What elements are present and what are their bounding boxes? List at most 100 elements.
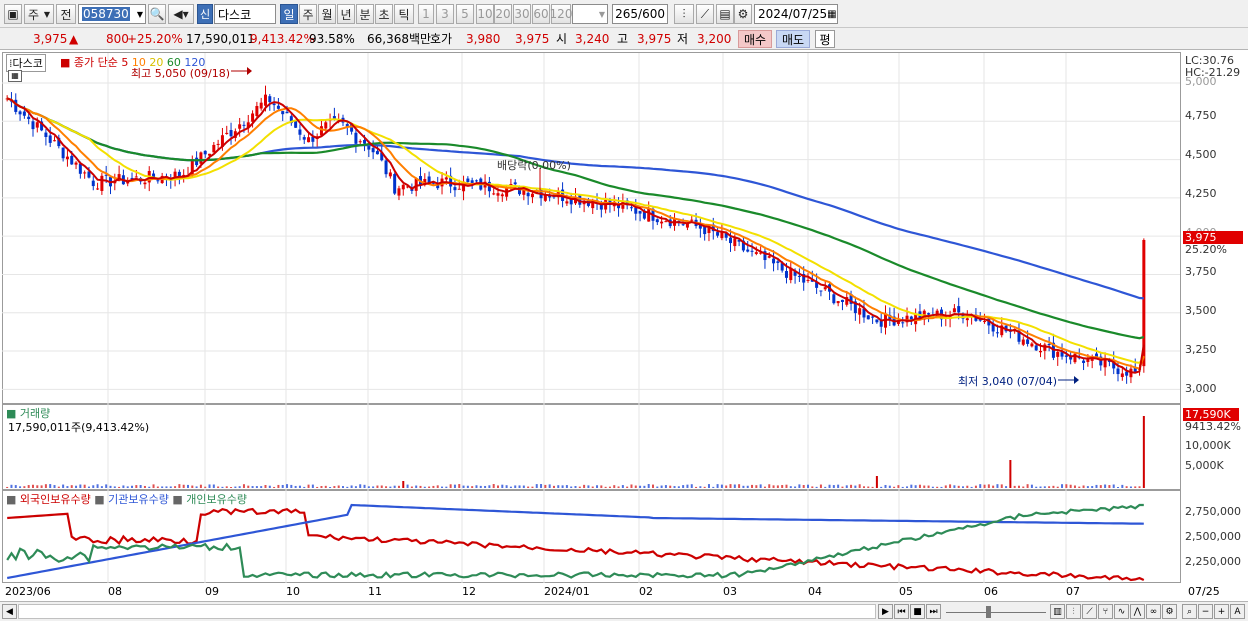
chart-area[interactable]: ⁞다스코 ■ 종가 단순 5 10 20 60 120 ▦ 최고 5,050 (… <box>0 50 1248 601</box>
candle-body <box>871 316 875 318</box>
link-icon[interactable]: ∞ <box>1146 604 1161 619</box>
volume-bar <box>303 486 306 488</box>
volume-bar <box>393 485 396 488</box>
candle-body <box>866 315 870 320</box>
period-type-dropdown[interactable]: 주 ▼ <box>24 4 54 24</box>
ma20-line <box>6 97 1145 364</box>
candle-body <box>143 182 147 185</box>
fast-forward-icon[interactable]: ⏭ <box>926 604 941 619</box>
save-icon[interactable]: ▤ <box>716 4 734 24</box>
volume-bar <box>423 486 426 488</box>
candle-type-icon[interactable]: ⫶ <box>674 4 694 24</box>
speaker-icon[interactable]: ◀▾ <box>168 4 194 24</box>
volume-bar <box>19 486 22 488</box>
interval-month-label: 월 <box>321 7 333 22</box>
x-right-label: 07/25 <box>1188 585 1220 598</box>
candle-body <box>1064 355 1068 357</box>
candle-body <box>690 219 694 221</box>
rewind-icon[interactable]: ⏮ <box>894 604 909 619</box>
bottom-scrollbar[interactable]: ◀ ▶ ⏮ ■ ⏭ ▥ ⫶ ⟋ ⑂ ∿ ⋀ ∞ ⚙ ⌕ − + A <box>0 601 1248 621</box>
volume-y-axis[interactable]: 17,590K 9413.42% 10,000K 5,000K <box>1181 404 1248 490</box>
volume-bar <box>910 484 913 488</box>
buy-button[interactable]: 매수 <box>738 30 772 48</box>
volume-bar <box>311 484 314 488</box>
trendline-icon[interactable]: ⟋ <box>1082 604 1097 619</box>
minute-option-label: 20 <box>495 7 511 21</box>
high-marker: 최고 5,050 (09/18) <box>131 67 231 80</box>
font-size-icon[interactable]: A <box>1230 604 1245 619</box>
minute-option-30[interactable]: 30 <box>513 4 531 24</box>
candle-icon[interactable]: ⫶ <box>1066 604 1081 619</box>
zoom-slider-thumb[interactable] <box>986 606 991 618</box>
volume-bar <box>1073 485 1076 488</box>
gear-icon[interactable]: ⚙ <box>734 4 752 24</box>
candle-body <box>22 111 26 116</box>
volume-bar <box>260 486 263 488</box>
settings-icon[interactable]: ⚙ <box>1162 604 1177 619</box>
volume-bar <box>156 486 159 488</box>
volume-bar <box>979 484 982 488</box>
draw-tool-icon[interactable]: ⟋ <box>696 4 714 24</box>
y-tick: 5,000K <box>1185 459 1224 472</box>
candle-body <box>91 180 95 187</box>
volume-bar <box>501 484 504 488</box>
interval-month[interactable]: 월 <box>318 4 336 24</box>
stock-name-field[interactable]: 다스코 <box>214 4 276 24</box>
zigzag-icon[interactable]: ⋀ <box>1130 604 1145 619</box>
minute-option-60[interactable]: 60 <box>532 4 550 24</box>
price-y-axis[interactable]: LC:30.76 HC:-21.29 5,000 4,750 4,500 4,2… <box>1181 52 1248 404</box>
calendar-icon[interactable]: ▦ <box>827 9 836 20</box>
view-count-field[interactable]: 265/600 <box>612 4 668 24</box>
zoom-out-icon[interactable]: − <box>1198 604 1213 619</box>
search-icon[interactable]: 🔍 <box>148 4 166 24</box>
chart-canvas[interactable] <box>0 50 1181 601</box>
volume-bar <box>1125 486 1128 488</box>
zoom-slider[interactable] <box>946 604 1046 619</box>
candle-body <box>203 150 207 155</box>
chevron-down-icon[interactable]: ▼ <box>137 10 143 19</box>
fork-icon[interactable]: ⑂ <box>1098 604 1113 619</box>
minute-option-120[interactable]: 120 <box>549 4 573 24</box>
open-label: 시 <box>556 32 568 46</box>
minute-option-5[interactable]: 5 <box>456 4 474 24</box>
custom-interval-dropdown[interactable]: ▼ <box>572 4 608 24</box>
ask-value: 3,975 <box>515 32 550 46</box>
eval-button[interactable]: 평 <box>815 30 835 48</box>
date-field[interactable]: 2024/07/25 ▦ <box>754 4 838 24</box>
chart-type-icon[interactable]: ▥ <box>1050 604 1065 619</box>
scroll-left-icon[interactable]: ◀ <box>2 604 17 619</box>
scroll-right-icon[interactable]: ▶ <box>878 604 893 619</box>
zoom-in-icon[interactable]: + <box>1214 604 1229 619</box>
market-button[interactable]: 전 <box>56 4 76 24</box>
y-tick: 4,250 <box>1185 187 1217 200</box>
y-tick: 3,750 <box>1185 265 1217 278</box>
minute-option-10[interactable]: 10 <box>476 4 494 24</box>
minute-option-3[interactable]: 3 <box>436 4 454 24</box>
minute-option-20[interactable]: 20 <box>494 4 512 24</box>
wave-icon[interactable]: ∿ <box>1114 604 1129 619</box>
interval-second[interactable]: 초 <box>375 4 393 24</box>
interval-day-label: 일 <box>283 7 295 22</box>
minute-option-1[interactable]: 1 <box>418 4 434 24</box>
chart-menu-icon[interactable]: ▣ <box>4 4 22 24</box>
minute-option-label: 120 <box>549 7 573 21</box>
candle-body <box>470 180 474 183</box>
interval-year[interactable]: 년 <box>337 4 355 24</box>
stop-icon[interactable]: ■ <box>910 604 925 619</box>
interval-day[interactable]: 일 <box>280 4 298 24</box>
stock-code-input[interactable]: 058730 ▼ <box>78 4 146 24</box>
interval-week[interactable]: 주 <box>299 4 317 24</box>
candle-body <box>776 261 780 263</box>
magnifier-icon[interactable]: ⌕ <box>1182 604 1197 619</box>
holdings-y-axis[interactable]: 2,750,000 2,500,000 2,250,000 <box>1181 490 1248 583</box>
interval-tick[interactable]: 틱 <box>394 4 414 24</box>
x-tick: 05 <box>899 585 913 598</box>
sell-button[interactable]: 매도 <box>776 30 810 48</box>
interval-minute[interactable]: 분 <box>356 4 374 24</box>
x-axis[interactable]: 2023/06 08 09 10 11 12 2024/01 02 03 04 … <box>0 583 1248 601</box>
grid-icon[interactable]: ▦ <box>8 70 22 82</box>
volume-bar <box>1091 486 1094 488</box>
volume-bar <box>621 485 624 488</box>
scroll-track[interactable] <box>18 604 876 619</box>
candle-body <box>1021 339 1025 345</box>
